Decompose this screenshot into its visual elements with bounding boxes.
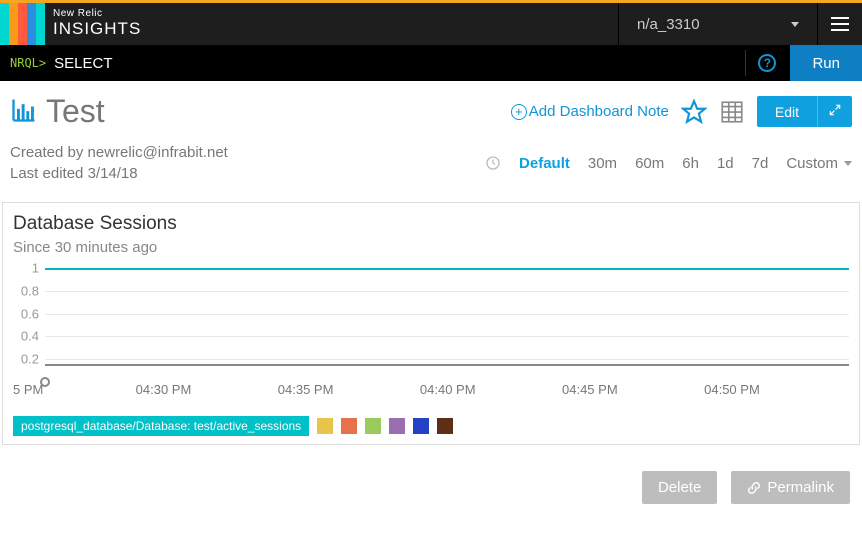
legend-swatch[interactable] — [341, 418, 357, 434]
menu-button[interactable] — [818, 3, 862, 45]
dashboard-header: Test + Add Dashboard Note Edit — [0, 81, 862, 138]
y-axis: 1 0.8 0.6 0.4 0.2 — [13, 268, 43, 382]
permalink-button[interactable]: Permalink — [731, 471, 850, 504]
add-note-label: Add Dashboard Note — [529, 103, 669, 120]
chevron-down-icon — [844, 161, 852, 166]
legend-swatch[interactable] — [413, 418, 429, 434]
time-default[interactable]: Default — [519, 155, 570, 172]
legend-swatch[interactable] — [389, 418, 405, 434]
logo[interactable]: New Relic INSIGHTS — [0, 3, 149, 45]
nrql-label: NRQL> — [0, 56, 54, 70]
chevron-down-icon — [791, 22, 799, 27]
legend-swatch[interactable] — [437, 418, 453, 434]
y-tick: 1 — [32, 261, 39, 276]
y-tick: 0.8 — [21, 283, 39, 298]
widget-title: Database Sessions — [13, 213, 849, 235]
last-edited-value: 3/14/18 — [88, 165, 138, 182]
footer-actions: Delete Permalink — [0, 445, 862, 530]
account-selector[interactable]: n/a_3310 — [618, 3, 818, 45]
plot-area[interactable] — [45, 268, 849, 382]
y-tick: 0.6 — [21, 306, 39, 321]
x-tick: 04:40 PM — [420, 382, 476, 397]
created-by-label: Created by — [10, 144, 83, 161]
expand-button[interactable] — [817, 96, 852, 127]
favorite-button[interactable] — [681, 99, 707, 125]
y-tick: 0.4 — [21, 329, 39, 344]
time-custom[interactable]: Custom — [786, 155, 852, 172]
x-tick: 5 PM — [13, 382, 43, 397]
time-7d[interactable]: 7d — [752, 155, 769, 172]
chart: 1 0.8 0.6 0.4 0.2 5 PM 04:30 PM 04:35 PM… — [13, 268, 849, 398]
logo-stripes-icon — [0, 3, 45, 45]
y-tick: 0.2 — [21, 352, 39, 367]
last-edited-label: Last edited — [10, 165, 83, 182]
template-button[interactable] — [719, 99, 745, 125]
x-axis: 5 PM 04:30 PM 04:35 PM 04:40 PM 04:45 PM… — [13, 382, 849, 398]
add-dashboard-note[interactable]: + Add Dashboard Note — [511, 103, 669, 120]
brand-main: INSIGHTS — [53, 19, 141, 39]
dashboard-meta: Created by newrelic@infrabit.net Last ed… — [0, 138, 862, 184]
link-icon — [747, 481, 761, 495]
time-1d[interactable]: 1d — [717, 155, 734, 172]
separator — [745, 50, 746, 76]
legend-series-main[interactable]: postgresql_database/Database: test/activ… — [13, 416, 309, 436]
edit-button[interactable]: Edit — [757, 96, 817, 127]
created-by-value: newrelic@infrabit.net — [88, 144, 228, 161]
brand-small: New Relic — [53, 9, 141, 19]
account-name: n/a_3310 — [637, 16, 700, 33]
legend-swatch[interactable] — [317, 418, 333, 434]
page-title: Test — [46, 93, 105, 130]
time-30m[interactable]: 30m — [588, 155, 617, 172]
app-header: New Relic INSIGHTS n/a_3310 — [0, 3, 862, 45]
hamburger-icon — [831, 17, 849, 31]
x-tick: 04:35 PM — [278, 382, 334, 397]
x-tick: 04:30 PM — [136, 382, 192, 397]
nrql-input[interactable] — [54, 55, 733, 72]
x-tick: 04:45 PM — [562, 382, 618, 397]
help-icon[interactable]: ? — [758, 54, 776, 72]
delete-button[interactable]: Delete — [642, 471, 717, 504]
widget-database-sessions: Database Sessions Since 30 minutes ago 1… — [2, 202, 860, 445]
expand-icon — [828, 103, 842, 117]
clock-icon — [485, 155, 501, 171]
time-60m[interactable]: 60m — [635, 155, 664, 172]
nrql-bar: NRQL> ? Run — [0, 45, 862, 81]
plus-circle-icon: + — [511, 104, 527, 120]
time-picker: Default 30m 60m 6h 1d 7d Custom — [485, 155, 852, 172]
legend: postgresql_database/Database: test/activ… — [13, 416, 849, 436]
series-line — [45, 268, 849, 270]
widget-subtitle: Since 30 minutes ago — [13, 239, 849, 256]
bar-chart-icon — [10, 96, 38, 127]
x-tick: 04:50 PM — [704, 382, 760, 397]
legend-swatch[interactable] — [365, 418, 381, 434]
run-button[interactable]: Run — [790, 45, 862, 81]
time-6h[interactable]: 6h — [682, 155, 699, 172]
